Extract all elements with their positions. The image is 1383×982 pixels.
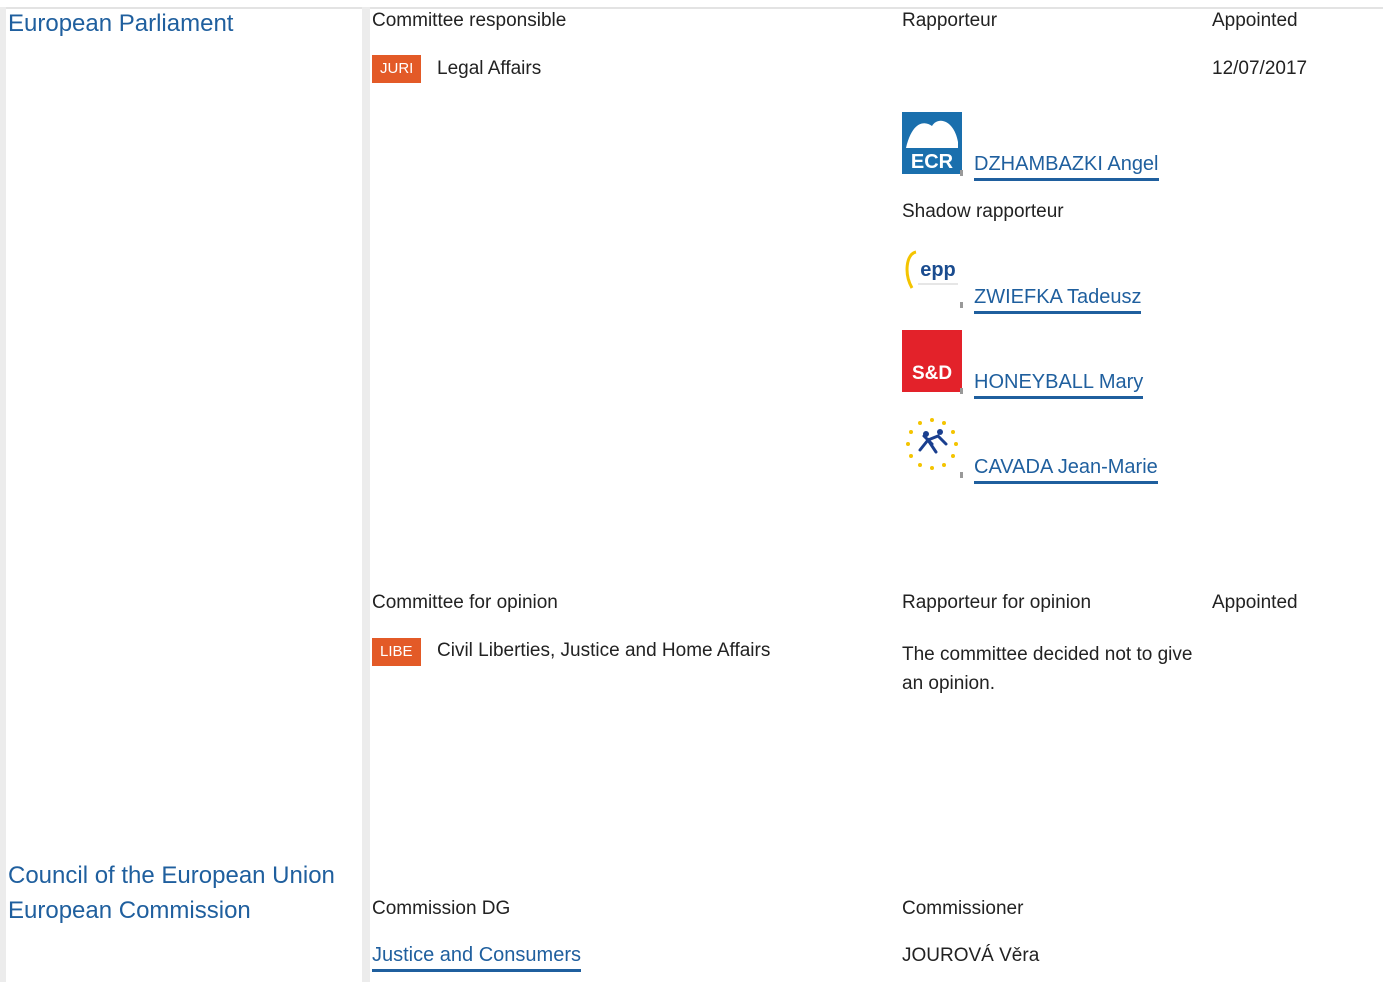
svg-text:ECR: ECR <box>911 151 954 173</box>
header-committee-opinion: Committee for opinion <box>372 592 558 613</box>
epp-group-logo-icon: epp <box>902 244 963 308</box>
svg-text:epp: epp <box>920 259 956 281</box>
sd-group-logo-icon: S&D <box>902 330 963 394</box>
commissioner-name: JOUROVÁ Věra <box>902 945 1040 966</box>
committee-name-libe: Civil Liberties, Justice and Home Affair… <box>437 640 771 661</box>
header-appointed: Appointed <box>1212 10 1298 31</box>
commission-dg-link[interactable]: Justice and Consumers <box>372 943 581 972</box>
header-rapporteur: Rapporteur <box>902 10 998 31</box>
header-commissioner: Commissioner <box>902 898 1024 919</box>
appointed-date: 12/07/2017 <box>1212 58 1308 79</box>
ecr-group-logo-icon: ECR <box>902 112 963 176</box>
committee-badge-juri: JURI <box>372 55 422 83</box>
institution-council[interactable]: Council of the European Union <box>8 862 335 890</box>
committee-badge-libe: LIBE <box>372 638 421 666</box>
opinion-decision-text: The committee decided not to give an opi… <box>902 644 1193 694</box>
left-column-bar <box>0 7 6 982</box>
renew-group-logo-icon <box>902 414 963 478</box>
middle-column-bar <box>362 7 370 982</box>
header-committee-responsible: Committee responsible <box>372 10 567 31</box>
header-rapporteur-opinion: Rapporteur for opinion <box>902 592 1092 613</box>
header-appointed-opinion: Appointed <box>1212 592 1298 613</box>
institution-commission[interactable]: European Commission <box>8 897 251 925</box>
shadow-link-honeyball[interactable]: HONEYBALL Mary <box>974 370 1144 399</box>
svg-text:S&D: S&D <box>912 363 952 384</box>
committee-name-legal-affairs: Legal Affairs <box>437 58 542 79</box>
top-divider <box>0 0 1383 9</box>
shadow-link-cavada[interactable]: CAVADA Jean-Marie <box>974 455 1158 484</box>
header-commission-dg: Commission DG <box>372 898 511 919</box>
shadow-rapporteur-label: Shadow rapporteur <box>902 201 1064 222</box>
shadow-link-zwiefka[interactable]: ZWIEFKA Tadeusz <box>974 285 1142 314</box>
institution-european-parliament[interactable]: European Parliament <box>8 10 233 38</box>
rapporteur-link-dzhambazki[interactable]: DZHAMBAZKI Angel <box>974 152 1159 181</box>
